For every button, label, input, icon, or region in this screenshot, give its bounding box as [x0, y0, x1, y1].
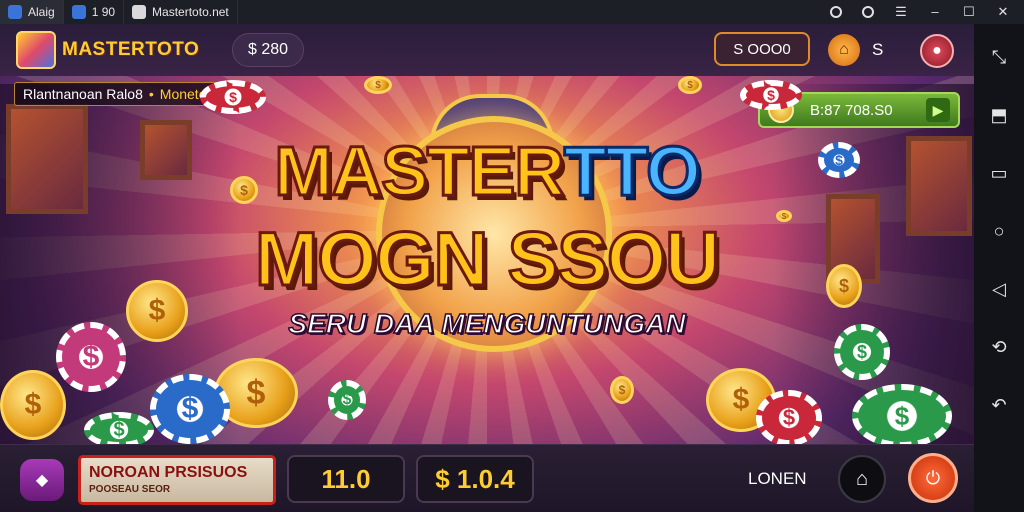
promo-title: NOROAN PRSISUOS: [89, 464, 248, 481]
shop-label: S: [872, 40, 884, 59]
gold-coin-icon: $: [364, 76, 392, 94]
coin-button[interactable]: S OOO0: [714, 32, 810, 66]
screen-icon[interactable]: ⬒: [986, 102, 1012, 128]
game-logo: MASTERTOTO: [16, 31, 199, 69]
game-canvas[interactable]: MASTERTOTO $ 280 S OOO0 ⌂ S ● Rlantnanoa…: [0, 24, 974, 512]
app-icon: [132, 5, 147, 19]
poker-chip-icon: $: [852, 384, 952, 448]
undo-icon[interactable]: ↶: [986, 392, 1012, 418]
top-hud: MASTERTOTO $ 280 S OOO0 ⌂ S ●: [0, 24, 974, 76]
title-bar: Alaig 1 90 Mastertoto.net ☰ – ☐ ✕: [0, 0, 1024, 24]
bottom-label: LONEN: [748, 469, 807, 488]
tab-label: Alaig: [28, 5, 55, 19]
window-icon[interactable]: ▭: [986, 160, 1012, 186]
app-icon: [8, 5, 22, 19]
gold-coin-icon: $: [776, 210, 792, 222]
poker-chip-icon: $: [200, 80, 266, 114]
record-icon[interactable]: [862, 6, 874, 18]
ticker-text: Rlantnanoan Ralo8: [23, 86, 143, 102]
expand-icon[interactable]: ⤡: [986, 44, 1012, 70]
promo-button[interactable]: NOROAN PRSISUOS POOSEAU SEOR: [78, 455, 276, 505]
tab-label: Mastertoto.net: [152, 5, 229, 19]
minimize-icon[interactable]: –: [928, 5, 942, 19]
gold-coin-icon: $: [678, 76, 702, 94]
tab-third[interactable]: Mastertoto.net: [124, 0, 238, 24]
gold-coin-icon: $: [126, 280, 188, 342]
bet-display[interactable]: 11.0: [287, 455, 405, 503]
win-display: $ 1.0.4: [416, 455, 534, 503]
poker-chip-icon: $: [834, 324, 890, 380]
menu-icon[interactable]: ☰: [894, 5, 908, 19]
gold-coin-icon: $: [0, 370, 66, 440]
home-button[interactable]: ⌂: [838, 455, 886, 503]
profile-icon[interactable]: ●: [920, 34, 954, 68]
hero-title-part2: TTO: [562, 132, 702, 210]
menu-button[interactable]: ◆: [20, 459, 64, 501]
play-icon: ▶: [926, 98, 950, 122]
poker-chip-icon: $: [740, 80, 802, 110]
home-icon[interactable]: ○: [986, 218, 1012, 244]
maximize-icon[interactable]: ☐: [962, 5, 976, 19]
gold-coin-icon: $: [610, 376, 634, 404]
tab-app[interactable]: Alaig: [0, 0, 64, 24]
promo-subtitle: POOSEAU SEOR: [89, 484, 171, 495]
poker-chip-icon: $: [756, 390, 822, 446]
power-button[interactable]: ⏻: [908, 453, 958, 503]
emulator-sidebar: ⤡ ⬒ ▭ ○ ◁ ⟲ ↶: [974, 24, 1024, 512]
close-icon[interactable]: ✕: [996, 5, 1010, 19]
gold-coin-icon: $: [826, 264, 862, 308]
tab-label: 1 90: [91, 5, 116, 19]
shop-icon[interactable]: ⌂: [828, 34, 860, 66]
target-icon[interactable]: [830, 6, 842, 18]
hero-title-part1: MASTER: [273, 132, 567, 210]
bottom-hud: ◆ NOROAN PRSISUOS POOSEAU SEOR 11.0 $ 1.…: [0, 444, 974, 512]
back-icon[interactable]: ◁: [986, 276, 1012, 302]
emulator-window: Alaig 1 90 Mastertoto.net ☰ – ☐ ✕ ⤡ ⬒ ▭ …: [0, 0, 1024, 512]
logo-text: MASTERTOTO: [62, 39, 200, 60]
logo-badge-icon: [16, 31, 56, 69]
poker-chip-icon: $: [84, 412, 154, 448]
jackpot-amount: B:87 708.S0: [810, 101, 893, 119]
rotate-icon[interactable]: ⟲: [986, 334, 1012, 360]
poker-chip-icon: $: [150, 374, 230, 444]
ticker-separator: •: [148, 86, 154, 102]
gold-coin-icon: $: [230, 176, 258, 204]
poker-chip-icon: $: [56, 322, 126, 392]
app-icon: [71, 5, 86, 19]
poker-chip-icon: $: [328, 380, 366, 420]
poker-chip-icon: $: [818, 142, 860, 178]
balance-display: $ 280: [232, 33, 304, 67]
tab-second[interactable]: 1 90: [64, 0, 125, 24]
window-controls: ☰ – ☐ ✕: [830, 5, 1024, 19]
